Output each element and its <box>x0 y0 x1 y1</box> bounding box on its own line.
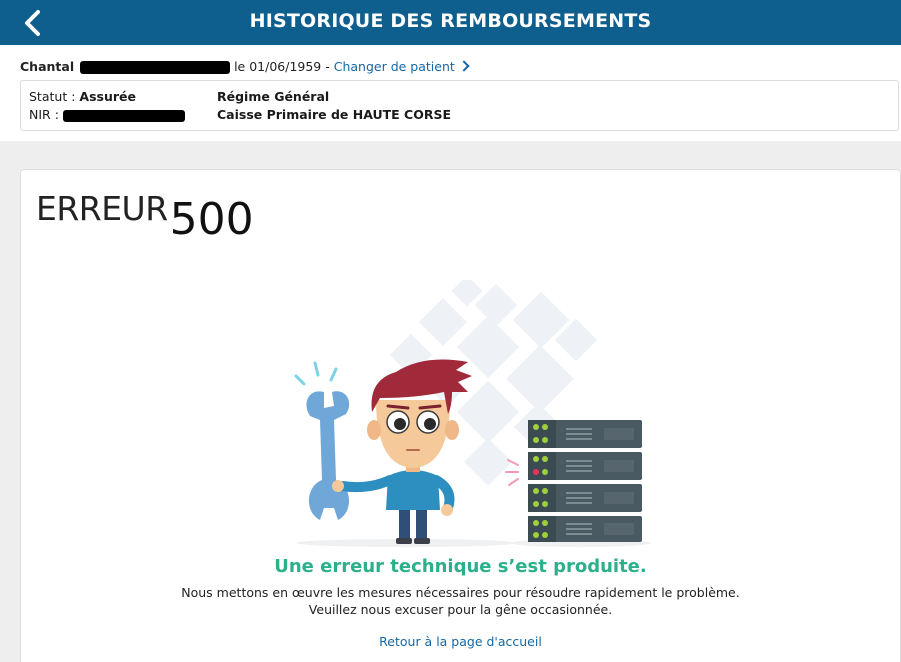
patient-band: Chantal le 01/06/1959 - Changer de patie… <box>0 45 901 141</box>
regime: Régime Général <box>217 89 330 104</box>
error-message-line1: Nous mettons en œuvre les mesures nécess… <box>181 585 740 600</box>
home-link[interactable]: Retour à la page d'accueil <box>21 634 900 649</box>
nir-row: NIR : <box>29 107 185 122</box>
error-card: ERREUR500 Une erreur technique s’est pro… <box>20 169 901 662</box>
nir-label: NIR : <box>29 107 59 122</box>
status-value: Assurée <box>79 89 136 104</box>
server-icon <box>528 420 642 542</box>
error-message-line2: Veuillez nous excuser pour la gêne occas… <box>308 602 613 617</box>
error-illustration <box>294 280 651 547</box>
error-headline: Une erreur technique s’est produite. <box>274 556 647 577</box>
status-label: Statut : <box>29 89 76 104</box>
redacted-surname <box>80 61 231 74</box>
redacted-nir <box>62 109 185 122</box>
chevron-right-icon <box>458 60 470 72</box>
patient-line: Chantal le 01/06/1959 - Changer de patie… <box>20 59 470 74</box>
error-title: ERREUR500 <box>36 180 254 245</box>
page-title: HISTORIQUE DES REMBOURSEMENTS <box>249 10 652 32</box>
change-patient-link[interactable]: Changer de patient <box>333 59 470 74</box>
change-patient-label: Changer de patient <box>333 59 455 74</box>
error-word: ERREUR <box>36 189 168 228</box>
status-row: Statut : Assurée <box>29 89 136 104</box>
character-icon <box>332 359 472 544</box>
error-code: 500 <box>169 194 254 245</box>
wrench-icon <box>306 391 350 520</box>
patient-info-box: Statut : Assurée NIR : Régime Général Ca… <box>20 80 899 131</box>
top-bar: HISTORIQUE DES REMBOURSEMENTS <box>0 0 901 45</box>
caisse: Caisse Primaire de HAUTE CORSE <box>217 107 452 122</box>
patient-first-name: Chantal <box>20 59 75 74</box>
birth-date: le 01/06/1959 - <box>234 59 330 74</box>
